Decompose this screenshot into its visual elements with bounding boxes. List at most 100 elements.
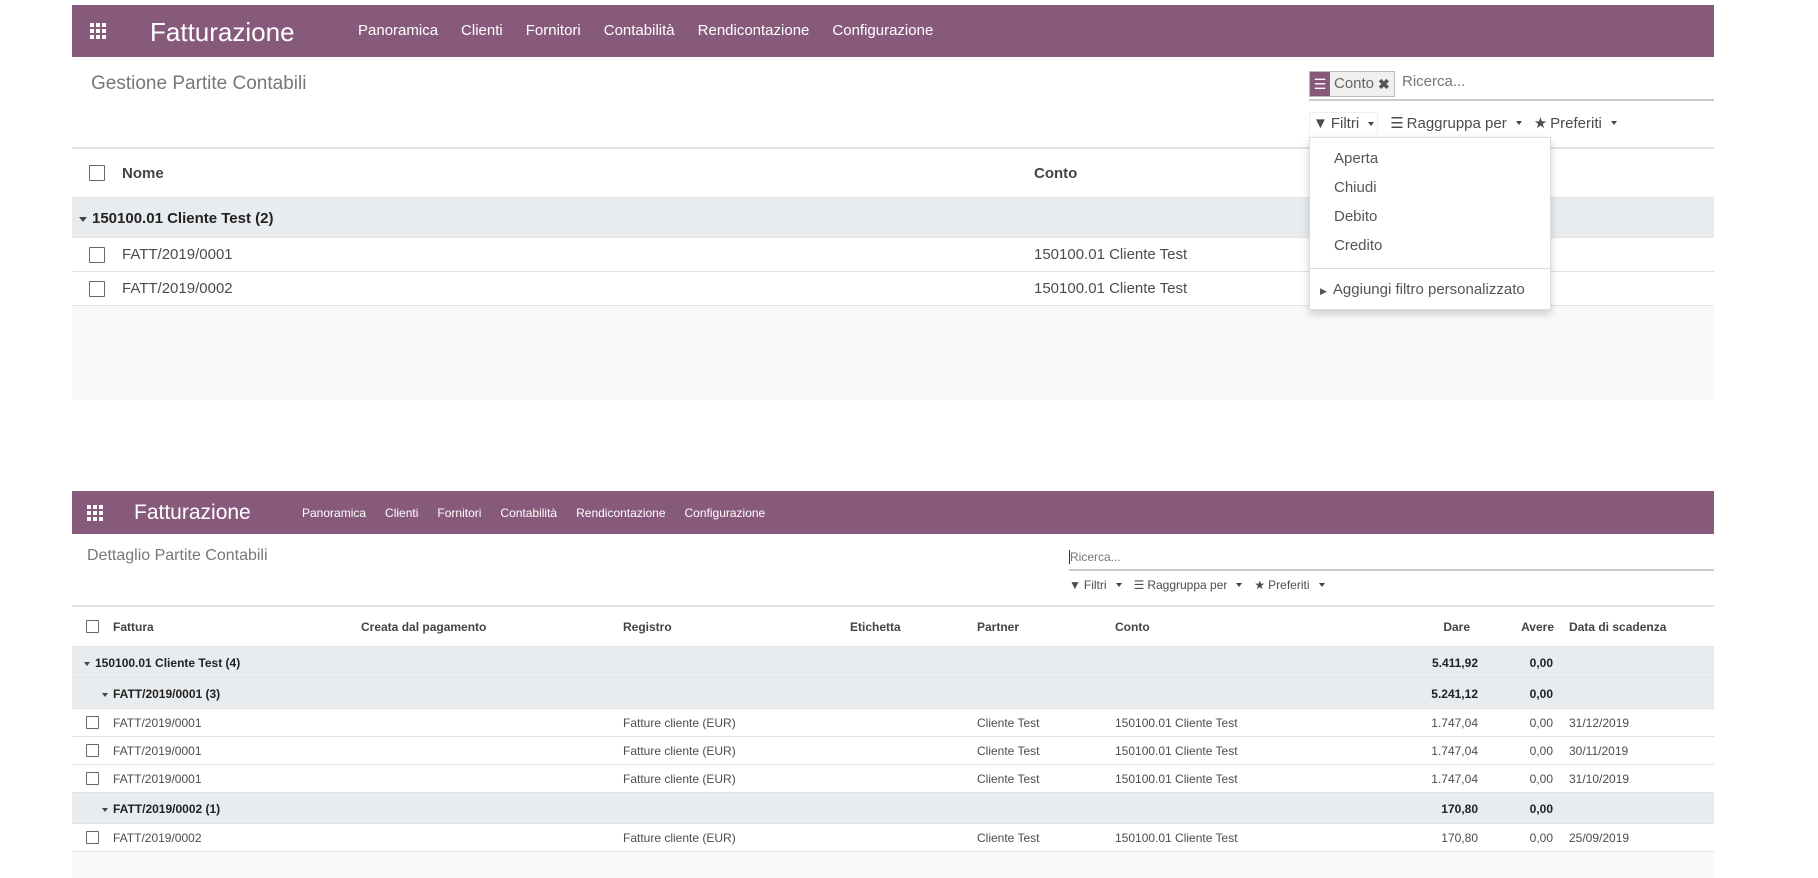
main-menu: Panoramica Clienti Fornitori Contabilità Ren… <box>302 506 765 520</box>
menu-item-panoramica[interactable]: Panoramica <box>302 506 366 520</box>
cell-debit: 1.747,04 <box>1431 772 1478 786</box>
filter-icon: ▼ <box>1069 578 1081 592</box>
cell-account: 150100.01 Cliente Test <box>1115 772 1238 786</box>
filters-button[interactable]: ▼ Filtri <box>1309 112 1379 134</box>
cell-credit: 0,00 <box>1529 772 1553 786</box>
group-label-wrap: FATT/2019/0002 (1) <box>102 802 220 816</box>
cell-debit: 5.241,12 <box>1431 687 1478 701</box>
facet-remove-icon[interactable]: ✖ <box>1378 72 1394 96</box>
menu-item-clienti[interactable]: Clienti <box>461 22 503 39</box>
column-header-due-date[interactable]: Data di scadenza <box>1569 620 1666 634</box>
table-header: Fattura Creata dal pagamento Registro Et… <box>72 607 1714 647</box>
group-by-label: Raggruppa per <box>1147 578 1228 592</box>
group-row[interactable]: FATT/2019/0002 (1) 170,80 0,00 <box>72 793 1714 824</box>
column-header-journal[interactable]: Registro <box>623 620 672 634</box>
facet-label: Conto <box>1334 75 1375 92</box>
table-row[interactable]: FATT/2019/0002 Fatture cliente (EUR) Clien… <box>72 824 1714 852</box>
menu-item-fornitori[interactable]: Fornitori <box>437 506 481 520</box>
add-custom-filter[interactable]: ▶ Aggiungi filtro personalizzato <box>1320 281 1525 298</box>
table-row[interactable]: FATT/2019/0001 Fatture cliente (EUR) Clien… <box>72 737 1714 765</box>
group-by-label: Raggruppa per <box>1406 114 1507 132</box>
group-by-button[interactable]: ☰ Raggruppa per <box>1390 114 1522 132</box>
filter-option-credito[interactable]: Credito <box>1334 237 1382 254</box>
group-row[interactable]: 150100.01 Cliente Test (4) 5.411,92 0,00 <box>72 647 1714 678</box>
filters-button[interactable]: ▼ Filtri <box>1069 578 1122 592</box>
row-checkbox[interactable] <box>86 831 99 844</box>
apps-menu-icon[interactable] <box>90 23 106 39</box>
search-input[interactable] <box>1069 550 1669 564</box>
row-checkbox[interactable] <box>89 247 105 263</box>
bottom-navbar: Fatturazione Panoramica Clienti Fornitori C… <box>72 491 1714 534</box>
menu-item-contabilit[interactable]: Contabilità <box>604 22 675 39</box>
cell-journal: Fatture cliente (EUR) <box>623 744 736 758</box>
caret-down-icon <box>102 692 108 697</box>
page-title: Gestione Partite Contabili <box>91 73 307 94</box>
search-input[interactable] <box>1402 73 1702 90</box>
cell-invoice: FATT/2019/0001 <box>113 772 202 786</box>
cell-credit: 0,00 <box>1529 716 1553 730</box>
menu-item-panoramica[interactable]: Panoramica <box>358 22 438 39</box>
filter-option-debito[interactable]: Debito <box>1334 208 1377 225</box>
menu-item-configurazione[interactable]: Configurazione <box>832 22 933 39</box>
caret-down-icon <box>1515 121 1522 125</box>
menu-item-rendicontazione[interactable]: Rendicontazione <box>576 506 665 520</box>
row-checkbox[interactable] <box>89 281 105 297</box>
empty-area <box>72 852 1714 878</box>
column-header-credit[interactable]: Avere <box>1521 620 1554 634</box>
caret-down-icon <box>1610 121 1617 125</box>
menu-item-fornitori[interactable]: Fornitori <box>526 22 581 39</box>
row-checkbox[interactable] <box>86 772 99 785</box>
filter-option-chiudi[interactable]: Chiudi <box>1334 179 1377 196</box>
app-title[interactable]: Fatturazione <box>150 17 295 48</box>
cell-due-date: 25/09/2019 <box>1569 831 1630 845</box>
menu-item-clienti[interactable]: Clienti <box>385 506 418 520</box>
menu-item-configurazione[interactable]: Configurazione <box>685 506 766 520</box>
group-by-button[interactable]: ☰ Raggruppa per <box>1134 578 1243 592</box>
column-header-account[interactable]: Conto <box>1115 620 1150 634</box>
cell-journal: Fatture cliente (EUR) <box>623 772 736 786</box>
empty-area <box>72 306 1714 400</box>
favorites-button[interactable]: ★ Preferiti <box>1534 114 1617 132</box>
cell-account: 150100.01 Cliente Test <box>1034 246 1188 263</box>
search-bar <box>1069 547 1714 571</box>
select-all-checkbox[interactable] <box>86 620 99 633</box>
cell-partner: Cliente Test <box>977 716 1040 730</box>
page-title: Dettaglio Partite Contabili <box>87 547 268 564</box>
caret-down-icon <box>1236 583 1243 587</box>
cell-journal: Fatture cliente (EUR) <box>623 831 736 845</box>
app-title[interactable]: Fatturazione <box>134 501 251 525</box>
cell-invoice: FATT/2019/0001 <box>113 744 202 758</box>
column-header-created-by-payment[interactable]: Creata dal pagamento <box>361 620 486 634</box>
star-icon: ★ <box>1533 115 1548 132</box>
top-view: Fatturazione Panoramica Clienti Fornitori C… <box>72 5 1714 400</box>
cell-account: 150100.01 Cliente Test <box>1115 716 1238 730</box>
search-bar: ☰ Conto ✖ <box>1309 69 1714 101</box>
dropdown-divider <box>1310 268 1550 269</box>
column-header-debit[interactable]: Dare <box>1443 620 1470 634</box>
apps-menu-icon[interactable] <box>87 505 103 521</box>
caret-down-icon <box>102 807 108 812</box>
search-toolbar: ▼ Filtri ☰ Raggruppa per ★ Preferiti <box>1309 112 1629 134</box>
filter-option-aperta[interactable]: Aperta <box>1334 150 1378 167</box>
row-checkbox[interactable] <box>86 716 99 729</box>
favorites-button[interactable]: ★ Preferiti <box>1254 578 1325 592</box>
row-checkbox[interactable] <box>86 744 99 757</box>
cell-credit: 0,00 <box>1529 802 1553 816</box>
column-header-partner[interactable]: Partner <box>977 620 1019 634</box>
group-label-wrap: FATT/2019/0001 (3) <box>102 687 220 701</box>
column-header-name[interactable]: Nome <box>122 165 164 182</box>
table-row[interactable]: FATT/2019/0001 Fatture cliente (EUR) Clien… <box>72 765 1714 793</box>
menu-item-rendicontazione[interactable]: Rendicontazione <box>698 22 810 39</box>
table-row[interactable]: FATT/2019/0001 Fatture cliente (EUR) Clien… <box>72 709 1714 737</box>
caret-right-icon: ▶ <box>1320 286 1327 296</box>
favorites-label: Preferiti <box>1550 114 1602 132</box>
menu-item-contabilit[interactable]: Contabilità <box>500 506 557 520</box>
column-header-label[interactable]: Etichetta <box>850 620 901 634</box>
cell-credit: 0,00 <box>1529 831 1553 845</box>
select-all-checkbox[interactable] <box>89 165 105 181</box>
cell-credit: 0,00 <box>1529 687 1553 701</box>
main-menu: Panoramica Clienti Fornitori Contabilità Ren… <box>358 22 933 39</box>
column-header-invoice[interactable]: Fattura <box>113 620 154 634</box>
group-row[interactable]: FATT/2019/0001 (3) 5.241,12 0,00 <box>72 678 1714 709</box>
column-header-account[interactable]: Conto <box>1034 165 1077 182</box>
